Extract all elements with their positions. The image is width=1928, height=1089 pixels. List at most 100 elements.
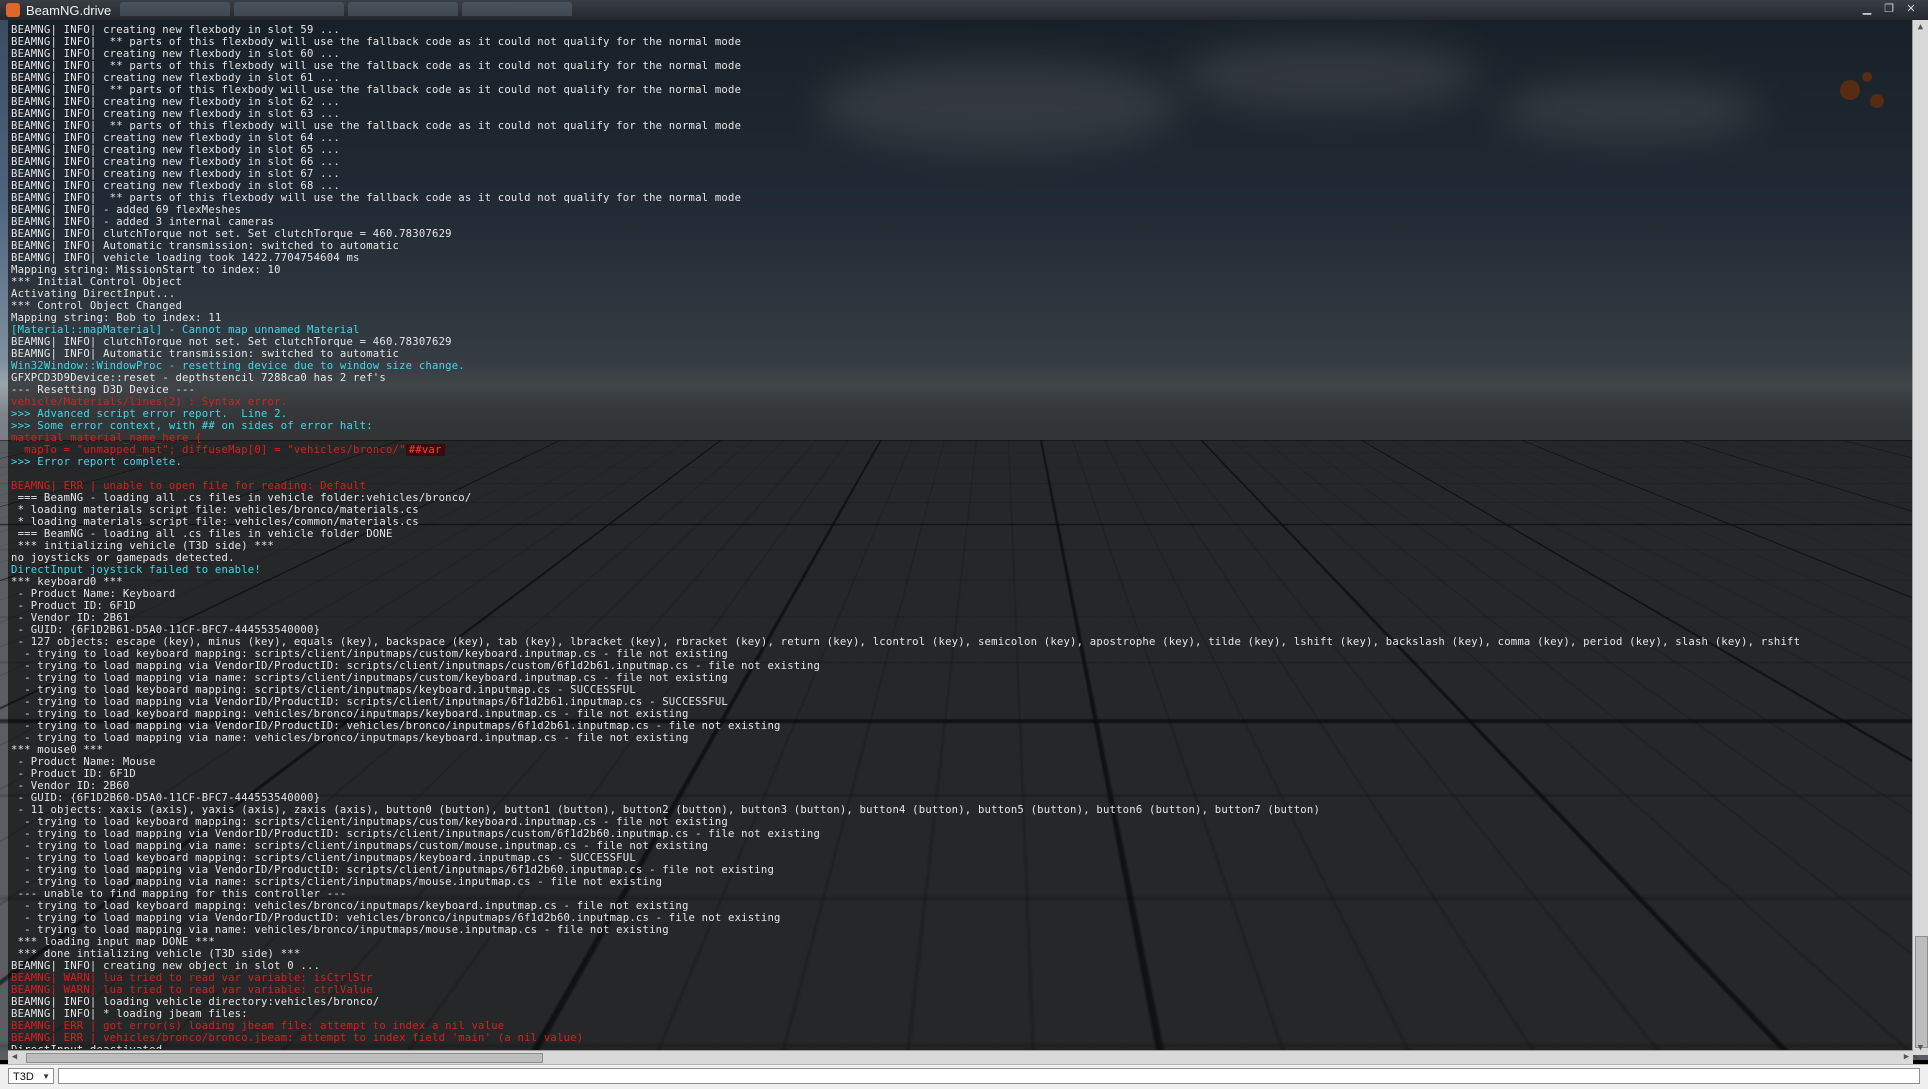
console-line: - trying to load mapping via VendorID/Pr…	[11, 660, 821, 672]
scope-select[interactable]: T3D ▼	[8, 1068, 54, 1084]
console-line: *** Control Object Changed	[11, 300, 183, 312]
console-line: GFXPCD3D9Device::reset - depthstencil 72…	[11, 372, 386, 384]
console-command-input[interactable]	[58, 1068, 1920, 1084]
console-line: Activating DirectInput...	[11, 288, 176, 300]
console-line: >>> Advanced script error report. Line 2…	[11, 408, 288, 420]
console-line: DirectInput deactivated.	[11, 1044, 1916, 1049]
console-line: BEAMNG| INFO| - added 69 flexMeshes	[11, 204, 242, 216]
console-line: BEAMNG| INFO| creating new flexbody in s…	[11, 72, 340, 84]
console-line: === BeamNG - loading all .cs files in ve…	[11, 492, 472, 504]
ghost-tab	[348, 2, 458, 16]
scroll-down-icon[interactable]: ▼	[1913, 1041, 1928, 1055]
console-line: * loading materials script file: vehicle…	[11, 504, 419, 516]
title-bar: BeamNG.drive ▁ ❐ ✕	[0, 0, 1928, 20]
console-line: Win32Window::WindowProc - resetting devi…	[11, 360, 465, 372]
console-line: BEAMNG| INFO| ** parts of this flexbody …	[11, 120, 742, 132]
console-line: BEAMNG| INFO| creating new flexbody in s…	[11, 132, 340, 144]
console-line: *** loading input map DONE ***	[11, 936, 215, 948]
console-line: - trying to load mapping via VendorID/Pr…	[11, 828, 821, 840]
console-line: - trying to load mapping via name: vehic…	[11, 732, 689, 744]
horizontal-scroll-thumb[interactable]	[26, 1053, 543, 1063]
console-line: - 11 objects: xaxis (axis), yaxis (axis)…	[11, 804, 1321, 816]
console-line: - Vendor ID: 2B61	[11, 612, 130, 624]
console-line: BEAMNG| INFO| creating new flexbody in s…	[11, 48, 340, 60]
window-title: BeamNG.drive	[26, 2, 112, 18]
vertical-scrollbar[interactable]: ▲ ▼	[1912, 20, 1928, 1055]
console-line: BEAMNG| INFO| creating new flexbody in s…	[11, 144, 340, 156]
scroll-right-icon[interactable]: ▶	[1900, 1051, 1913, 1064]
console-line: - trying to load mapping via name: scrip…	[11, 672, 728, 684]
console-line: vehicle/Materials/lines(2) : Syntax erro…	[11, 396, 288, 408]
console-line: - trying to load mapping via name: scrip…	[11, 840, 709, 852]
console-line: - Product ID: 6F1D	[11, 768, 136, 780]
chevron-down-icon: ▼	[42, 1072, 50, 1081]
console-command-bar: T3D ▼	[0, 1064, 1928, 1089]
console-line: - trying to load keyboard mapping: scrip…	[11, 684, 636, 696]
ghost-tab	[462, 2, 572, 16]
background-tabs	[120, 2, 572, 18]
console-line: BEAMNG| INFO| ** parts of this flexbody …	[11, 192, 742, 204]
console-line: material material_name_here {	[11, 432, 202, 444]
console-line: BEAMNG| INFO| creating new flexbody in s…	[11, 156, 340, 168]
console-line: - trying to load keyboard mapping: scrip…	[11, 648, 728, 660]
ghost-tab	[120, 2, 230, 16]
console-line: BEAMNG| INFO| creating new object in slo…	[11, 960, 321, 972]
console-line: --- Resetting D3D Device ---	[11, 384, 196, 396]
console-line: *** done intializing vehicle (T3D side) …	[11, 948, 301, 960]
console-line: BEAMNG| INFO| ** parts of this flexbody …	[11, 84, 742, 96]
console-line: *** keyboard0 ***	[11, 576, 123, 588]
console-line: - trying to load keyboard mapping: scrip…	[11, 816, 728, 828]
console-line: >>> Some error context, with ## on sides…	[11, 420, 373, 432]
minimize-icon[interactable]: ▁	[1858, 2, 1876, 16]
console-line: - trying to load keyboard mapping: vehic…	[11, 708, 689, 720]
console-line: BEAMNG| INFO| - added 3 internal cameras	[11, 216, 275, 228]
maximize-icon[interactable]: ❐	[1880, 2, 1898, 16]
console-line: *** initializing vehicle (T3D side) ***	[11, 540, 275, 552]
console-log[interactable]: BEAMNG| INFO| creating new flexbody in s…	[11, 24, 1916, 1049]
console-line: - trying to load mapping via VendorID/Pr…	[11, 696, 728, 708]
close-icon[interactable]: ✕	[1902, 2, 1920, 16]
console-line: BEAMNG| WARN| lua tried to read var vari…	[11, 972, 373, 984]
console-line: - Product Name: Mouse	[11, 756, 156, 768]
error-highlight: ##var	[405, 444, 445, 456]
scroll-left-icon[interactable]: ◀	[8, 1051, 21, 1064]
console-line: *** mouse0 ***	[11, 744, 104, 756]
scroll-up-icon[interactable]: ▲	[1913, 20, 1928, 34]
console-line: BEAMNG| INFO| ** parts of this flexbody …	[11, 60, 742, 72]
console-line: BEAMNG| INFO| * loading jbeam files:	[11, 1008, 248, 1020]
vertical-scroll-thumb[interactable]	[1915, 936, 1928, 1048]
window-controls: ▁ ❐ ✕	[1858, 2, 1920, 16]
console-line: - Product Name: Keyboard	[11, 588, 176, 600]
console-line: Mapping string: Bob to index: 11	[11, 312, 222, 324]
console-line: - trying to load mapping via name: scrip…	[11, 876, 663, 888]
console-line: - Vendor ID: 2B60	[11, 780, 130, 792]
console-line: BEAMNG| INFO| creating new flexbody in s…	[11, 168, 340, 180]
console-line: - trying to load mapping via VendorID/Pr…	[11, 864, 775, 876]
console-line: - trying to load mapping via VendorID/Pr…	[11, 720, 781, 732]
console-line: BEAMNG| INFO| clutchTorque not set. Set …	[11, 336, 452, 348]
console-line: - 127 objects: escape (key), minus (key)…	[11, 636, 1801, 648]
console-line: * loading materials script file: vehicle…	[11, 516, 419, 528]
console-line: no joysticks or gamepads detected.	[11, 552, 235, 564]
console-line: - trying to load keyboard mapping: scrip…	[11, 852, 636, 864]
console-line: BEAMNG| INFO| clutchTorque not set. Set …	[11, 228, 452, 240]
console-line: BEAMNG| INFO| creating new flexbody in s…	[11, 96, 340, 108]
console-line: BEAMNG| INFO| creating new flexbody in s…	[11, 180, 340, 192]
console-line: mapTo = "unmapped_mat"; diffuseMap[0] = …	[11, 444, 1916, 456]
console-line: BEAMNG| INFO| Automatic transmission: sw…	[11, 240, 400, 252]
console-line: *** Initial Control Object	[11, 276, 183, 288]
beamng-app-icon	[6, 3, 20, 17]
horizontal-scrollbar[interactable]: ◀ ▶	[8, 1050, 1913, 1064]
console-line: Mapping string: MissionStart to index: 1…	[11, 264, 281, 276]
console-line: BEAMNG| INFO| vehicle loading took 1422.…	[11, 252, 360, 264]
console-line: - trying to load mapping via name: vehic…	[11, 924, 669, 936]
console-line: - Product ID: 6F1D	[11, 600, 136, 612]
console-line: - GUID: {6F1D2B60-D5A0-11CF-BFC7-4445535…	[11, 792, 321, 804]
console-line: BEAMNG| ERR | unable to open file for re…	[11, 480, 367, 492]
console-line: >>> Error report complete.	[11, 456, 183, 468]
console-line: BEAMNG| INFO| Automatic transmission: sw…	[11, 348, 400, 360]
console-line: BEAMNG| INFO| loading vehicle directory:…	[11, 996, 380, 1008]
console-line: BEAMNG| INFO| creating new flexbody in s…	[11, 24, 340, 36]
console-line: DirectInput joystick failed to enable!	[11, 564, 261, 576]
